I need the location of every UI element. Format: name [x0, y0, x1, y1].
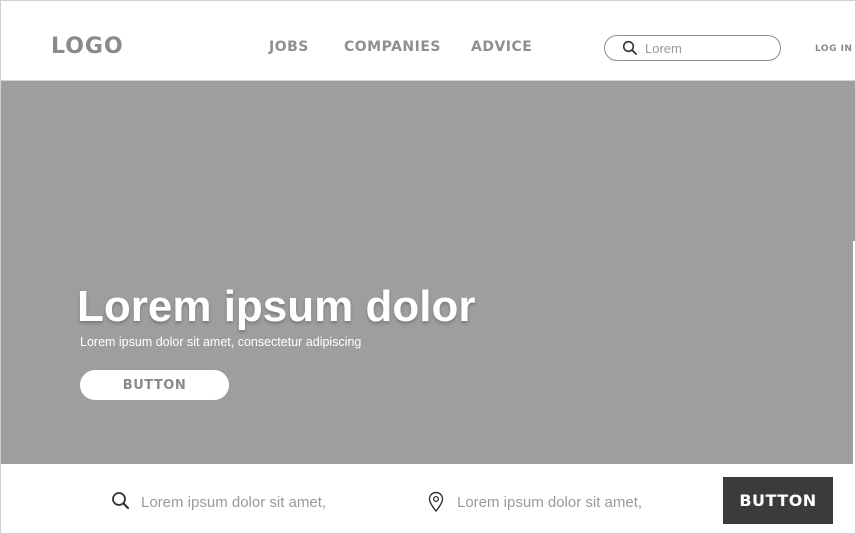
- hero-banner: Lorem ipsum dolor Lorem ipsum dolor sit …: [1, 81, 855, 464]
- hero-title: Lorem ipsum dolor: [77, 282, 476, 331]
- site-header: LOGO JOBS COMPANIES ADVICE LOG IN: [1, 1, 855, 81]
- location-field[interactable]: [427, 491, 717, 513]
- location-input[interactable]: [457, 492, 707, 512]
- map-pin-icon: [427, 491, 445, 518]
- hero-button[interactable]: BUTTON: [80, 370, 229, 400]
- search-submit-button[interactable]: BUTTON: [723, 477, 833, 524]
- page-frame: LOGO JOBS COMPANIES ADVICE LOG IN Lorem …: [0, 0, 856, 534]
- search-icon: [111, 491, 131, 516]
- nav-companies[interactable]: COMPANIES: [344, 39, 441, 55]
- hero-edge-divider: [853, 241, 855, 464]
- logo[interactable]: LOGO: [51, 34, 124, 59]
- login-link[interactable]: LOG IN: [815, 44, 852, 54]
- header-search[interactable]: [604, 35, 781, 61]
- keyword-field[interactable]: [111, 491, 401, 513]
- keyword-input[interactable]: [141, 492, 391, 512]
- hero-subtitle: Lorem ipsum dolor sit amet, consectetur …: [80, 335, 362, 349]
- nav-advice[interactable]: ADVICE: [471, 39, 532, 55]
- search-icon: [622, 40, 638, 56]
- nav-jobs[interactable]: JOBS: [269, 39, 309, 55]
- header-search-input[interactable]: [645, 39, 770, 57]
- job-search-bar: BUTTON: [1, 464, 855, 533]
